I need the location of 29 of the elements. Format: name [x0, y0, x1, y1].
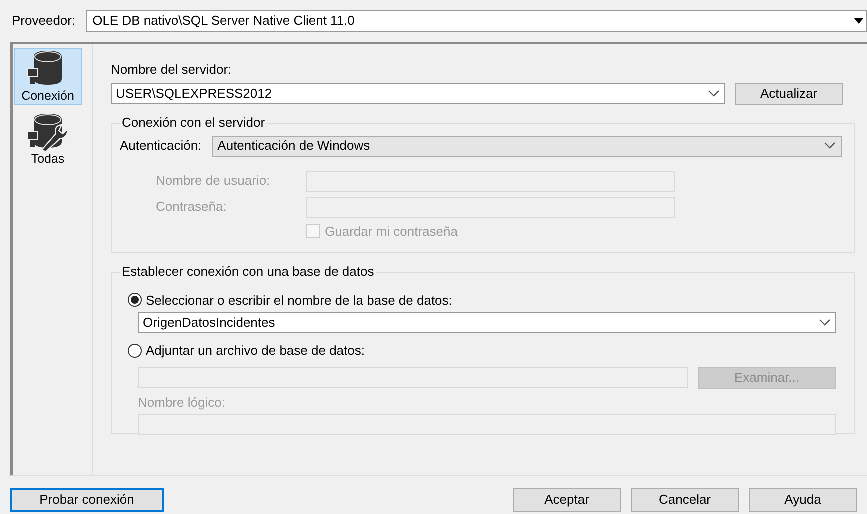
database-wrench-icon [26, 112, 70, 152]
radio-button[interactable] [128, 344, 142, 358]
server-name-label: Nombre del servidor: [111, 61, 233, 79]
save-password-label: Guardar mi contraseña [325, 222, 458, 240]
chevron-down-icon [819, 318, 831, 326]
server-name-field[interactable]: USER\SQLEXPRESS2012 [111, 83, 725, 104]
authentication-label: Autenticación: [120, 137, 202, 156]
password-label: Contraseña: [155, 198, 228, 216]
database-name-field[interactable]: OrigenDatosIncidentes [138, 312, 836, 333]
dialog-button[interactable]: Probar conexión [10, 488, 164, 512]
radio-label: Adjuntar un archivo de base de datos: [146, 342, 365, 360]
dialog-button[interactable]: Cancelar [631, 488, 739, 512]
sidebar-item[interactable]: Todas [14, 111, 82, 168]
provider-label: Proveedor: [12, 12, 76, 30]
sidebar-item[interactable]: Conexión [14, 48, 82, 105]
chevron-down-icon [824, 142, 836, 150]
dialog-button[interactable]: Ayuda [749, 488, 857, 512]
dialog-button[interactable]: Aceptar [513, 488, 621, 512]
chevron-down-icon [708, 90, 720, 98]
username-label: Nombre de usuario: [155, 172, 272, 190]
radio-button[interactable] [128, 293, 142, 308]
group-title: Establecer conexión con una base de datos [120, 264, 376, 280]
dropdown-arrow-icon [854, 18, 864, 24]
logical-name-label: Nombre lógico: [138, 394, 226, 412]
authentication-dropdown[interactable]: Autenticación de Windows [212, 136, 842, 156]
refresh-button[interactable]: Actualizar [735, 82, 843, 104]
provider-dropdown[interactable]: OLE DB nativo\SQL Server Native Client 11.0 [86, 10, 867, 32]
radio-label: Seleccionar o escribir el nombre de la base de datos: [146, 292, 452, 310]
group-title: Conexión con el servidor [120, 114, 268, 130]
